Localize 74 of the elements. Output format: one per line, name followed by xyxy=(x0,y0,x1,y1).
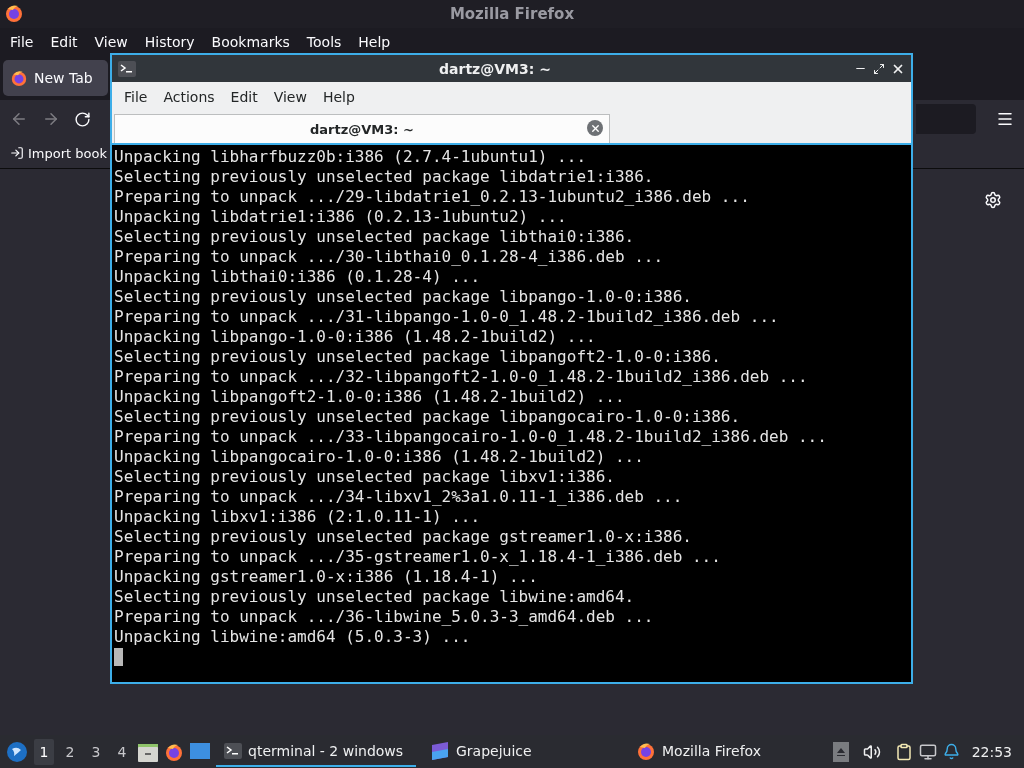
clipboard-icon[interactable] xyxy=(894,742,913,761)
menu-item[interactable]: File xyxy=(4,33,40,50)
eject-icon[interactable] xyxy=(832,741,849,762)
terminal-line: Unpacking libpangoft2-1.0-0:i386 (1.48.2-1build2) ... xyxy=(114,387,626,407)
grapejuice-icon xyxy=(430,741,450,760)
terminal-line: Unpacking libpango-1.0-0:i386 (1.48.2-1build2) ... xyxy=(114,327,597,347)
terminal-line: Selecting previously unselected package libthai0:i386. xyxy=(114,227,636,247)
bookmark-item[interactable]: Import book xyxy=(28,145,107,161)
menu-item[interactable]: File xyxy=(116,89,156,105)
menu-item[interactable]: Actions xyxy=(155,89,223,105)
menu-item[interactable]: History xyxy=(138,33,201,50)
forward-icon[interactable] xyxy=(42,110,60,128)
terminal-line: Preparing to unpack .../35-gstreamer1.0-x_1.18.4-1_i386.deb ... xyxy=(114,547,722,567)
terminal-line: Preparing to unpack .../36-libwine_5.0.3-3_amd64.deb ... xyxy=(114,607,655,627)
terminal-line: Preparing to unpack .../29-libdatrie1_0.2.13-1ubuntu2_i386.deb ... xyxy=(114,187,751,207)
menu-item[interactable]: Help xyxy=(352,33,397,50)
workspace-tab[interactable]: 3 xyxy=(86,738,106,765)
terminal-line: Selecting previously unselected package libxv1:i386. xyxy=(114,467,616,487)
menu-item[interactable]: Edit xyxy=(44,33,84,50)
terminal-line: Selecting previously unselected package libpango-1.0-0:i386. xyxy=(114,287,693,307)
window-title: Mozilla Firefox xyxy=(449,5,575,23)
settings-icon[interactable] xyxy=(984,191,1002,209)
terminal-icon xyxy=(118,60,136,77)
terminal-icon xyxy=(224,742,242,759)
terminal-line: Unpacking libxv1:i386 (2:1.0.11-1) ... xyxy=(114,507,482,527)
terminal-line: Unpacking libwine:amd64 (5.0.3-3) ... xyxy=(114,627,472,647)
menu-icon[interactable] xyxy=(996,110,1014,128)
volume-icon[interactable] xyxy=(862,742,881,761)
maximize-icon[interactable] xyxy=(873,62,885,75)
taskbar-task[interactable]: Mozilla Firefox xyxy=(628,736,778,767)
terminal-line: Preparing to unpack .../30-libthai0_0.1.28-4_i386.deb ... xyxy=(114,247,665,267)
terminal-line: Unpacking libthai0:i386 (0.1.28-4) ... xyxy=(114,267,482,287)
close-tab-icon[interactable] xyxy=(587,120,603,136)
terminal-line: Selecting previously unselected package gstreamer1.0-x:i386. xyxy=(114,527,693,547)
terminal-line: Preparing to unpack .../32-libpangoft2-1.0-0_1.48.2-1build2_i386.deb ... xyxy=(114,367,809,387)
terminal-tab[interactable]: dartz@VM3: ~ xyxy=(114,114,610,143)
terminal-line: Preparing to unpack .../31-libpango-1.0-0_1.48.2-1build2_i386.deb ... xyxy=(114,307,780,327)
notification-icon[interactable] xyxy=(942,743,960,760)
terminal-line: Selecting previously unselected package libwine:amd64. xyxy=(114,587,636,607)
firefox-icon[interactable] xyxy=(164,741,184,762)
terminal-line: Unpacking libharfbuzz0b:i386 (2.7.4-1ubuntu1) ... xyxy=(114,147,587,167)
window-title: dartz@VM3: ~ xyxy=(438,60,552,77)
browser-tab[interactable]: New Tab xyxy=(3,59,108,96)
menu-item[interactable]: Edit xyxy=(222,89,266,105)
terminal-line: Unpacking libdatrie1:i386 (0.2.13-1ubuntu2) ... xyxy=(114,207,568,227)
clock: 22:53 xyxy=(971,743,1012,760)
terminal-line: Unpacking libpangocairo-1.0-0:i386 (1.48.2-1build2) ... xyxy=(114,447,645,467)
text-cursor xyxy=(114,648,123,666)
menu-item[interactable]: View xyxy=(88,33,134,50)
menu-item[interactable]: Tools xyxy=(300,33,348,50)
menu-item[interactable]: Help xyxy=(314,89,363,105)
menu-item[interactable]: Bookmarks xyxy=(205,33,296,50)
workspace-tab[interactable]: 1 xyxy=(34,738,54,765)
terminal-line: Selecting previously unselected package libpangoft2-1.0-0:i386. xyxy=(114,347,722,367)
terminal-line: Selecting previously unselected package libdatrie1:i386. xyxy=(114,167,655,187)
network-icon[interactable] xyxy=(918,742,937,761)
terminal-line: Preparing to unpack .../33-libpangocairo-1.0-0_1.48.2-1build2_i386.deb ... xyxy=(114,427,828,447)
taskbar-task[interactable]: qterminal - 2 windows xyxy=(216,736,416,767)
workspace-tab[interactable]: 4 xyxy=(112,738,132,765)
terminal-line: Selecting previously unselected package libpangocairo-1.0-0:i386. xyxy=(114,407,742,427)
workspace-tab[interactable]: 2 xyxy=(60,738,80,765)
terminal-line: Preparing to unpack .../34-libxv1_2%3a1.0.11-1_i386.deb ... xyxy=(114,487,684,507)
file-cabinet-icon[interactable] xyxy=(138,741,158,762)
menu-item[interactable]: View xyxy=(265,89,315,105)
back-icon[interactable] xyxy=(10,110,28,128)
firefox-icon xyxy=(10,68,28,87)
import-icon xyxy=(10,146,24,160)
desktop-icon[interactable] xyxy=(190,742,210,761)
firefox-icon xyxy=(636,740,656,761)
terminal-line: Unpacking gstreamer1.0-x:i386 (1.18.4-1) ... xyxy=(114,567,539,587)
firefox-logo-icon xyxy=(4,3,24,23)
taskbar-task[interactable]: Grapejuice xyxy=(422,736,622,767)
reload-icon[interactable] xyxy=(74,110,91,128)
start-menu-icon[interactable] xyxy=(6,740,28,763)
